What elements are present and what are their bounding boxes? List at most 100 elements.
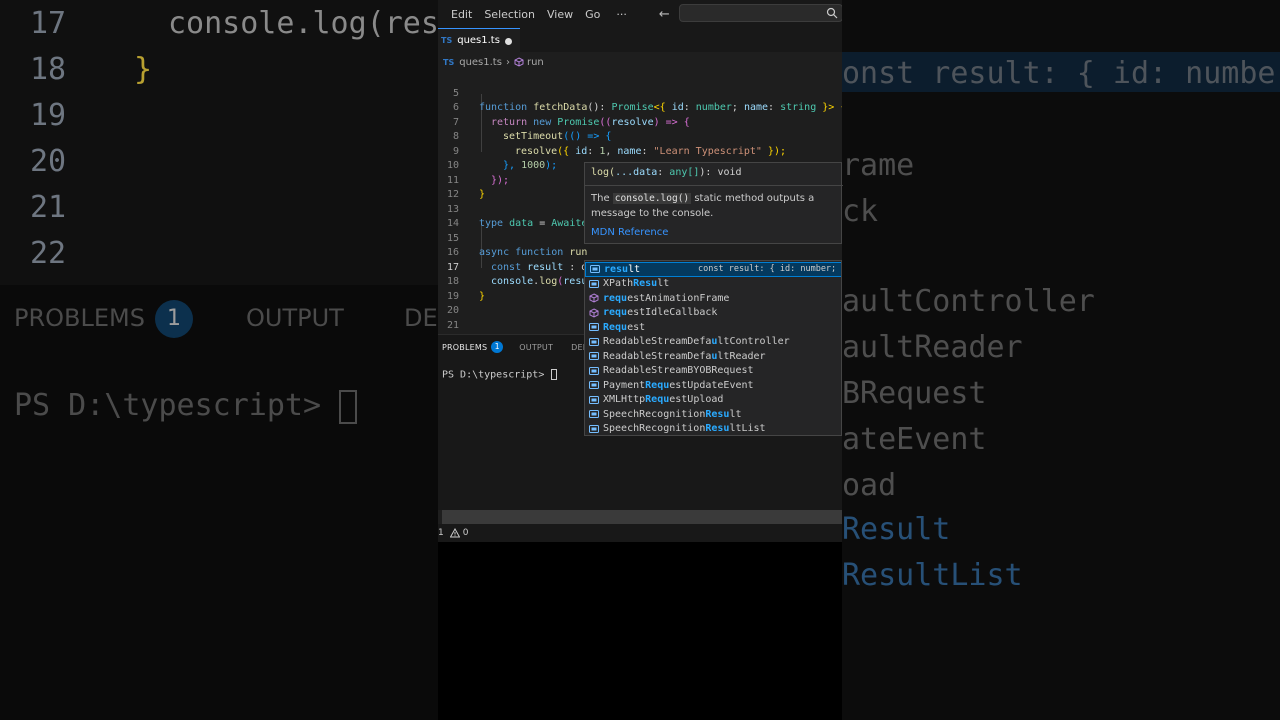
suggestion-label: SpeechRecognitionResultList: [603, 423, 766, 435]
typescript-file-icon: TS: [441, 36, 453, 45]
bg-line-number: 21: [30, 190, 67, 225]
suggestion-label: result: [604, 263, 641, 275]
background-right-zoom: onst result: { id: number; n rame ck aul…: [842, 0, 1280, 720]
editor-tab-bar: TS ques1.ts: [438, 28, 842, 52]
suggestion-item[interactable]: XPathResult: [585, 277, 841, 292]
suggestion-item[interactable]: ReadableStreamBYOBRequest: [585, 364, 841, 379]
bg-suggest-line: rame: [842, 148, 915, 183]
bg-line-number: 19: [30, 98, 67, 133]
terminal-prompt: PS D:\typescript>: [442, 369, 551, 381]
bg-suggest-line: onst result: { id: number; n: [842, 56, 1280, 91]
code-line: 5 function fetchData(): Promise<{ id: nu…: [452, 87, 842, 114]
menu-go[interactable]: Go: [585, 8, 600, 21]
suggestion-label: requestAnimationFrame: [603, 292, 730, 304]
suggestion-item[interactable]: XMLHttpRequestUpload: [585, 393, 841, 408]
horizontal-scrollbar[interactable]: [442, 510, 842, 524]
command-center-search[interactable]: [679, 4, 842, 22]
bg-panel-tab: DE: [404, 304, 438, 332]
suggestion-item[interactable]: SpeechRecognitionResultList: [585, 422, 841, 436]
status-warnings-count[interactable]: 0: [463, 528, 469, 538]
suggestion-label: PaymentRequestUpdateEvent: [603, 379, 754, 391]
code-line: 6 return new Promise((resolve) => {: [452, 102, 690, 128]
bg-line-number: 18: [30, 52, 67, 87]
suggestion-label: ReadableStreamDefaultReader: [603, 350, 766, 362]
code-line: 10 });: [446, 160, 510, 186]
suggestion-item[interactable]: ReadableStreamDefaultController: [585, 335, 841, 350]
bg-line-number: 17: [30, 6, 67, 41]
hover-description: The console.log() static method outputs …: [591, 193, 815, 219]
status-bar: 1 0: [438, 524, 842, 542]
mdn-reference-link[interactable]: MDN Reference: [591, 227, 668, 238]
code-line-current: 17 console.log(resu: [446, 261, 589, 287]
suggestion-label: ReadableStreamDefaultController: [603, 336, 790, 348]
tab-output[interactable]: OUTPUT: [519, 343, 553, 352]
method-icon: [589, 293, 599, 303]
tab-label: ques1.ts: [457, 35, 500, 46]
status-errors-count[interactable]: 1: [438, 528, 444, 538]
back-arrow-icon[interactable]: ←: [659, 7, 670, 22]
bg-line-number: 20: [30, 144, 67, 179]
bg-line-number: 22: [30, 236, 67, 271]
suggestion-label: requestIdleCallback: [603, 307, 718, 319]
title-bar: Edit Selection View Go ··· ← →: [438, 0, 842, 28]
bg-suggest-line: ateEvent: [842, 422, 987, 457]
bg-suggest-line: BRequest: [842, 376, 987, 411]
suggestion-item[interactable]: requestIdleCallback: [585, 306, 841, 321]
code-line: 9 }, 1000);: [452, 145, 558, 172]
breadcrumb-file[interactable]: ques1.ts: [459, 57, 502, 68]
suggestion-label: XPathResult: [603, 278, 670, 290]
hover-doc-widget: log(...data: any[]): void The console.lo…: [584, 162, 843, 244]
bg-code-line: }: [134, 52, 153, 87]
bg-suggest-line: oad: [842, 468, 897, 503]
suggestion-item[interactable]: Request: [585, 320, 841, 335]
search-icon: [826, 7, 838, 19]
autocomplete-suggestions: result const result: { id: number; n XPath…: [584, 260, 842, 436]
tab-problems[interactable]: PROBLEMS: [442, 343, 487, 352]
menu-selection[interactable]: Selection: [484, 8, 535, 21]
suggestion-label: ReadableStreamBYOBRequest: [603, 365, 754, 377]
menu-view[interactable]: View: [547, 8, 573, 21]
code-line: 8 resolve({ id: 1, name: "Learn Typescri…: [452, 131, 786, 157]
suggestion-item[interactable]: SpeechRecognitionResult: [585, 407, 841, 422]
variable-icon: [589, 323, 599, 332]
bg-suggest-line: ResultList: [842, 558, 1023, 593]
breadcrumb-symbol[interactable]: run: [527, 57, 544, 68]
variable-icon: [589, 366, 599, 375]
variable-icon: [589, 279, 599, 288]
bg-suggest-line: aultReader: [842, 330, 1023, 365]
panel-tabs: PROBLEMS 1 OUTPUT DEBU: [438, 339, 594, 355]
suggestion-item[interactable]: result const result: { id: number; n: [585, 262, 841, 277]
hover-signature: log(...data: any[]): void: [591, 167, 742, 178]
variable-icon: [589, 410, 599, 419]
suggestion-item[interactable]: requestAnimationFrame: [585, 291, 841, 306]
bg-code-line: console.log(resu: [168, 6, 438, 41]
suggestion-label: XMLHttpRequestUpload: [603, 394, 724, 406]
suggestion-label: Request: [603, 321, 646, 333]
bg-suggest-line: Result: [842, 512, 951, 547]
breadcrumb: TS ques1.ts › run: [438, 54, 842, 70]
breadcrumb-separator: ›: [505, 56, 510, 68]
bg-panel-tab: PROBLEMS: [14, 304, 145, 332]
terminal[interactable]: PS D:\typescript>: [442, 369, 558, 381]
terminal-cursor: [551, 369, 558, 380]
background-left-zoom: 17 18 19 20 21 22 console.log(resu } PRO…: [0, 0, 438, 720]
variable-icon: [589, 352, 599, 361]
bg-terminal-prompt: PS D:\typescript>: [14, 388, 358, 424]
bg-problems-badge: 1: [155, 300, 193, 338]
variable-icon: [589, 395, 599, 404]
bg-panel-tab: OUTPUT: [246, 304, 344, 332]
menu-more-button[interactable]: ···: [616, 8, 627, 21]
variable-icon: [589, 424, 599, 433]
tab-ques1-ts[interactable]: TS ques1.ts: [438, 28, 520, 52]
unsaved-dot-icon[interactable]: [505, 38, 512, 45]
code-line: 7 setTimeout(() => {: [452, 116, 612, 143]
menu-edit[interactable]: Edit: [451, 8, 472, 21]
bg-suggest-line: aultController: [842, 284, 1095, 319]
warning-icon: [449, 528, 460, 538]
method-icon: [589, 308, 599, 318]
suggestion-item[interactable]: PaymentRequestUpdateEvent: [585, 378, 841, 393]
problems-count-badge: 1: [491, 341, 504, 353]
variable-icon: [590, 265, 600, 274]
variable-icon: [589, 337, 599, 346]
suggestion-item[interactable]: ReadableStreamDefaultReader: [585, 349, 841, 364]
